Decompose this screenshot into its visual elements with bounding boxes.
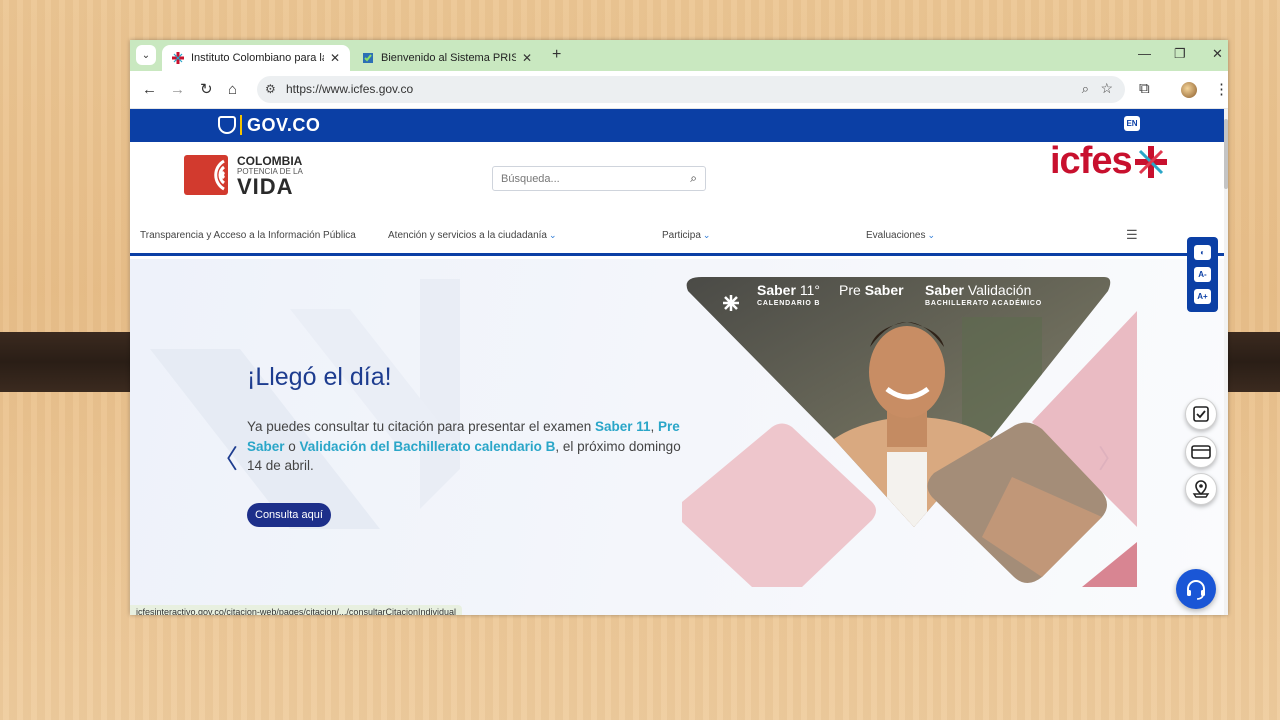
brand-line-1: COLOMBIA (237, 154, 303, 168)
profile-avatar[interactable] (1181, 82, 1197, 98)
gov-co-logo[interactable]: GOV.CO (247, 115, 320, 136)
tab-icfes[interactable]: Instituto Colombiano para la Ev ✕ (162, 45, 350, 71)
banner-presaber: Pre Saber (839, 282, 904, 298)
tab-bar: ⌄ Instituto Colombiano para la Ev ✕ Bien… (130, 40, 1228, 71)
hero-banner-image (682, 277, 1137, 587)
web-page: GOV.CO EN COLOMBIA POTENCIA DE LA VIDA ⌕… (130, 109, 1228, 615)
nav-item-label: Transparencia y Acceso a la Información … (140, 230, 356, 241)
checklist-button[interactable] (1185, 398, 1217, 430)
icfes-star-icon (1135, 146, 1167, 178)
url-text[interactable]: https://www.icfes.gov.co (286, 82, 413, 96)
nav-item-label: Evaluaciones (866, 230, 926, 241)
scrollbar-thumb[interactable] (1224, 119, 1228, 189)
banner-validacion-sub: BACHILLERATO ACADÉMICO (925, 300, 1043, 307)
chevron-down-icon: ⌄ (548, 230, 557, 240)
chevron-down-icon: ⌄ (141, 49, 151, 61)
desc-text: o (284, 438, 300, 454)
page-scrollbar[interactable] (1224, 109, 1228, 615)
gov-bar: GOV.CO EN (130, 109, 1228, 142)
icfes-favicon-icon (172, 52, 184, 64)
chevron-down-icon: ⌄ (927, 230, 936, 240)
banner-text: Validación (967, 282, 1032, 298)
site-header: COLOMBIA POTENCIA DE LA VIDA ⌕ icfes (130, 140, 1228, 208)
icfes-logo[interactable]: icfes (1050, 140, 1133, 183)
headset-icon (1187, 580, 1205, 600)
banner-validacion: Saber Validación (925, 282, 1031, 298)
font-decrease-button[interactable]: A- (1194, 267, 1211, 282)
consulta-aqui-button[interactable]: Consulta aquí (247, 503, 331, 527)
banner-saber11-sub: CALENDARIO B (757, 300, 821, 307)
hero-description: Ya puedes consultar tu citación para pre… (247, 417, 687, 476)
zoom-icon[interactable]: ⌕ (1082, 81, 1089, 97)
colombia-shield-icon (218, 116, 236, 134)
payment-button[interactable] (1185, 436, 1217, 468)
highlight-validacion: Validación del Bachillerato calendario B (299, 438, 556, 454)
contrast-icon[interactable]: ◐ (1194, 245, 1211, 260)
hamburger-menu-icon[interactable]: ☰ (1126, 227, 1138, 243)
home-icon[interactable]: ⌂ (228, 81, 237, 99)
site-info-icon[interactable]: ⚙ (265, 82, 276, 96)
search-icon[interactable]: ⌕ (690, 171, 697, 186)
desc-text: , (650, 419, 659, 434)
search-input[interactable] (493, 167, 673, 190)
nav-item-participa[interactable]: Participa ⌄ (662, 230, 710, 241)
bookmark-star-icon[interactable]: ☆ (1100, 80, 1113, 97)
status-url-bar: icfesinteractivo.gov.co/citacion-web/pag… (130, 605, 462, 615)
close-tab-icon[interactable]: ✕ (330, 51, 340, 65)
nav-item-atencion[interactable]: Atención y servicios a la ciudadanía ⌄ (388, 230, 557, 241)
nav-item-label: Atención y servicios a la ciudadanía (388, 230, 547, 241)
chevron-down-icon: ⌄ (702, 230, 711, 240)
banner-text: 11° (799, 282, 820, 298)
reload-icon[interactable]: ↻ (200, 81, 213, 99)
banner-text: Saber (925, 282, 964, 298)
forward-arrow-icon[interactable]: → (170, 81, 185, 99)
nav-item-label: Participa (662, 230, 701, 241)
tab-prisma[interactable]: Bienvenido al Sistema PRISMA ✕ (352, 45, 542, 71)
exam-logos (723, 295, 739, 311)
minimize-button[interactable]: — (1138, 46, 1151, 61)
banner-text: Pre (839, 282, 861, 298)
card-icon (1191, 445, 1211, 459)
desc-text: Ya puedes consultar tu citación para pre… (247, 419, 595, 434)
hero-title: ¡Llegó el día! (247, 363, 392, 391)
tab-title: Instituto Colombiano para la Ev (191, 52, 324, 64)
nav-item-evaluaciones[interactable]: Evaluaciones ⌄ (866, 230, 935, 241)
language-toggle[interactable]: EN (1124, 116, 1140, 131)
tab-title: Bienvenido al Sistema PRISMA (381, 52, 516, 64)
checkbox-icon (1193, 406, 1209, 422)
browser-toolbar: ← → ↻ ⌂ ⚙ https://www.icfes.gov.co ⌕ ☆ ⧉… (130, 71, 1228, 109)
banner-text: Saber (864, 282, 904, 298)
more-menu-icon[interactable]: ⋮ (1214, 80, 1228, 98)
nav-item-transparencia[interactable]: Transparencia y Acceso a la Información … (140, 230, 356, 241)
new-tab-button[interactable]: + (552, 46, 561, 64)
banner-text: Saber (757, 282, 796, 298)
browser-window: ⌄ Instituto Colombiano para la Ev ✕ Bien… (130, 40, 1228, 615)
highlight-saber11: Saber 11 (594, 419, 651, 434)
accessibility-toolbar: ◐ A- A+ (1187, 237, 1218, 312)
colombia-potencia-logo-icon[interactable] (184, 155, 228, 195)
extensions-puzzle-icon[interactable]: ⧉ (1139, 80, 1150, 97)
brand-line-3: VIDA (237, 174, 294, 199)
back-arrow-icon[interactable]: ← (142, 81, 157, 99)
main-nav: Transparencia y Acceso a la Información … (130, 208, 1228, 256)
support-chat-button[interactable] (1176, 569, 1216, 609)
font-increase-button[interactable]: A+ (1194, 289, 1211, 304)
restore-button[interactable]: ❐ (1174, 46, 1186, 62)
address-bar[interactable]: ⚙ https://www.icfes.gov.co ⌕ ☆ (257, 76, 1125, 103)
carousel-prev-icon[interactable]: 〈 (212, 439, 238, 476)
search-box: ⌕ (492, 166, 706, 191)
banner-saber11: Saber 11° (757, 282, 820, 298)
close-window-button[interactable]: ✕ (1212, 46, 1223, 62)
close-tab-icon[interactable]: ✕ (522, 51, 532, 65)
checkbox-favicon-icon (363, 53, 373, 63)
gov-separator (240, 115, 242, 135)
map-pin-icon (1192, 480, 1210, 498)
hero-carousel: ¡Llegó el día! Ya puedes consultar tu ci… (130, 259, 1228, 615)
location-button[interactable] (1185, 473, 1217, 505)
tab-search-button[interactable]: ⌄ (136, 45, 156, 65)
